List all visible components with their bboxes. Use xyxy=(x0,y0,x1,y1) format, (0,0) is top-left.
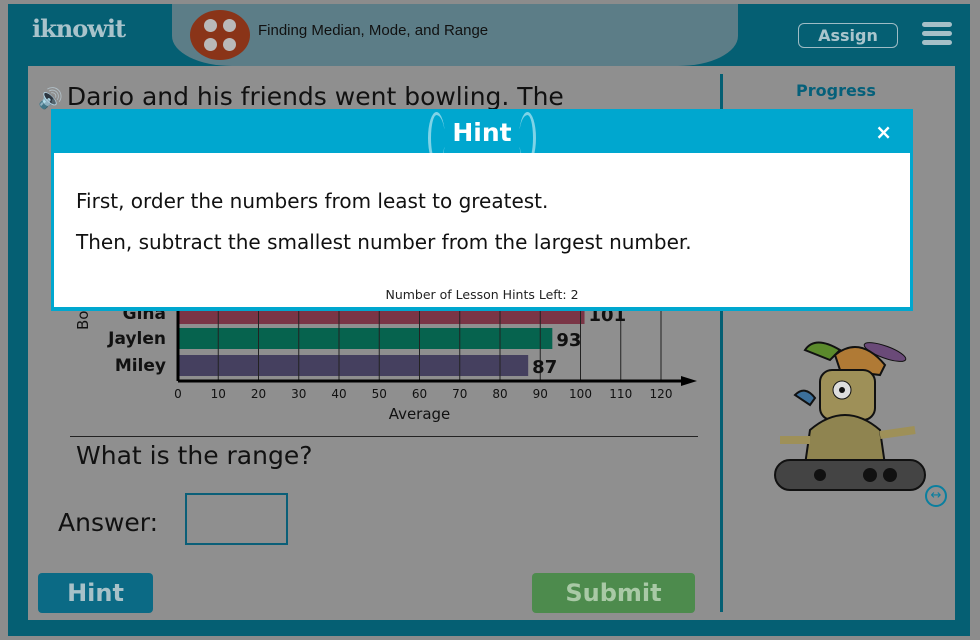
x-axis-label: Average xyxy=(389,405,451,423)
x-tick-label: 120 xyxy=(650,387,673,401)
x-tick-label: 80 xyxy=(492,387,507,401)
submit-button[interactable]: Submit xyxy=(532,573,695,613)
category-label: Jaylen xyxy=(107,329,166,349)
divider-line xyxy=(70,436,698,437)
modal-body: First, order the numbers from least to g… xyxy=(54,153,910,307)
hint-line: First, order the numbers from least to g… xyxy=(76,189,549,213)
hamburger-menu-icon[interactable] xyxy=(922,22,952,49)
hint-line: Then, subtract the smallest number from … xyxy=(76,230,692,254)
close-icon[interactable]: × xyxy=(875,120,892,144)
speaker-icon[interactable]: 🔊 xyxy=(38,86,63,110)
hints-left-counter: Number of Lesson Hints Left: 2 xyxy=(385,287,579,302)
x-tick-label: 90 xyxy=(533,387,548,401)
question-line: Dario and his friends went bowling. The xyxy=(66,82,564,111)
x-tick-label: 30 xyxy=(291,387,306,401)
modal-title-text: Hint xyxy=(452,118,512,147)
x-tick-label: 70 xyxy=(452,387,467,401)
x-axis-arrow xyxy=(681,376,697,386)
value-label: 87 xyxy=(532,357,557,378)
lesson-title: Finding Median, Mode, and Range xyxy=(258,22,489,39)
answer-label: Answer: xyxy=(58,508,159,537)
topic-icon xyxy=(190,10,250,60)
x-tick-label: 40 xyxy=(331,387,346,401)
question-prompt: What is the range? xyxy=(76,441,313,470)
hint-button[interactable]: Hint xyxy=(38,573,153,613)
x-tick-label: 110 xyxy=(609,387,632,401)
category-label: Miley xyxy=(115,356,166,376)
modal-title: Hint xyxy=(54,112,910,164)
modal-header: Hint × xyxy=(54,112,910,164)
x-tick-label: 20 xyxy=(251,387,266,401)
bar-jaylen xyxy=(178,328,553,349)
x-tick-label: 50 xyxy=(372,387,387,401)
x-tick-label: 0 xyxy=(174,387,182,401)
bar-chart: 0 10 20 30 40 50 60 70 80 90 100 110 120Gina 101Jayle… xyxy=(74,290,697,423)
y-axis-label: Bo xyxy=(74,311,92,330)
logo: iknowit xyxy=(32,14,126,43)
x-tick-label: 60 xyxy=(412,387,427,401)
bar-miley xyxy=(178,355,529,376)
question-text: 🔊 Dario and his friends went bowling. The xyxy=(38,82,564,111)
x-tick-label: 100 xyxy=(569,387,592,401)
value-label: 93 xyxy=(556,330,581,351)
progress-label: Progress xyxy=(796,81,876,100)
robot-mascot-icon xyxy=(774,341,926,491)
hint-modal: Hint × First, order the numbers from lea… xyxy=(51,109,913,311)
x-tick-label: 10 xyxy=(211,387,226,401)
resize-toggle-icon[interactable]: ↔ xyxy=(925,485,947,507)
assign-button[interactable]: Assign xyxy=(798,23,898,48)
answer-input[interactable] xyxy=(185,493,288,545)
